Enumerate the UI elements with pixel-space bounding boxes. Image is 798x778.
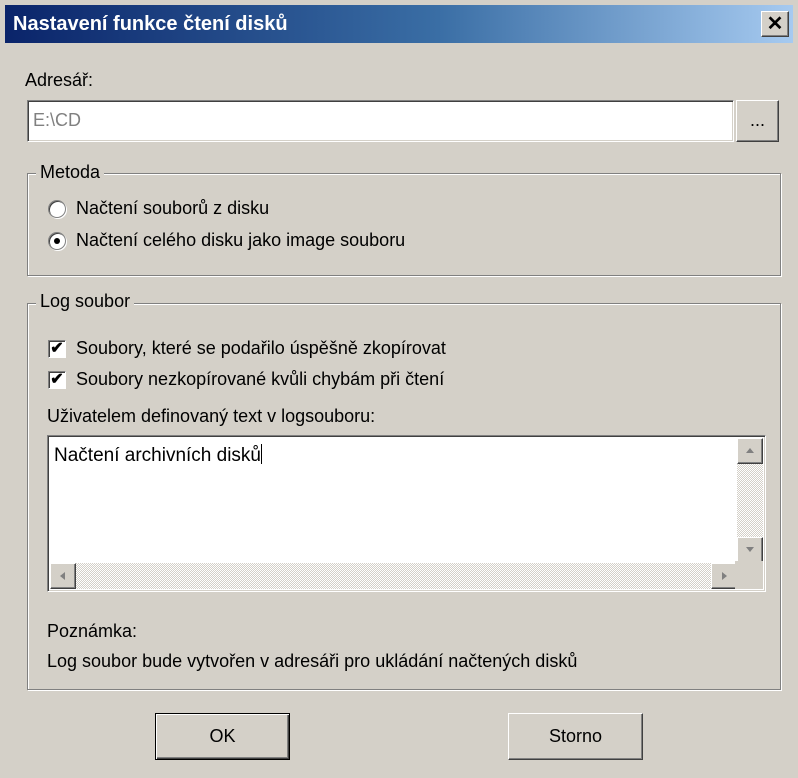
arrow-up-icon bbox=[746, 448, 754, 453]
title-bar: Nastavení funkce čtení disků ✕ bbox=[5, 5, 793, 43]
scroll-right-button[interactable] bbox=[711, 563, 737, 589]
checkbox-errors[interactable]: ✔ bbox=[48, 371, 66, 389]
note-text: Log soubor bude vytvořen v adresáři pro … bbox=[47, 651, 578, 671]
custom-text-area[interactable]: Načtení archivních disků bbox=[47, 435, 766, 592]
directory-input[interactable]: E:\CD bbox=[27, 100, 734, 142]
ok-button-label: OK bbox=[209, 726, 236, 746]
radio-image[interactable] bbox=[48, 232, 66, 250]
close-button[interactable]: ✕ bbox=[761, 11, 789, 37]
arrow-left-icon bbox=[60, 572, 65, 580]
radio-files[interactable] bbox=[48, 200, 66, 218]
browse-button[interactable]: ... bbox=[736, 100, 779, 142]
window-title: Nastavení funkce čtení disků bbox=[13, 13, 288, 35]
method-group bbox=[27, 173, 781, 276]
log-option-errors-label: Soubory nezkopírované kvůli chybám při č… bbox=[76, 369, 445, 389]
method-option-image-label: Načtení celého disku jako image souboru bbox=[76, 230, 406, 250]
ok-button[interactable]: OK bbox=[155, 713, 290, 760]
directory-label: Adresář: bbox=[25, 70, 94, 90]
scroll-left-button[interactable] bbox=[50, 563, 76, 589]
dialog-window: Nastavení funkce čtení disků ✕ Adresář: … bbox=[0, 0, 798, 778]
scroll-down-button[interactable] bbox=[737, 537, 763, 563]
browse-button-label: ... bbox=[749, 110, 765, 130]
log-option-copied-label: Soubory, které se podařilo úspěšně zkopí… bbox=[76, 338, 446, 358]
text-caret bbox=[261, 444, 262, 464]
checkbox-copied[interactable]: ✔ bbox=[48, 340, 66, 358]
directory-value: E:\CD bbox=[33, 110, 82, 130]
arrow-down-icon bbox=[746, 547, 754, 552]
custom-text-value: Načtení archivních disků bbox=[54, 444, 262, 467]
arrow-right-icon bbox=[722, 572, 727, 580]
close-icon: ✕ bbox=[766, 13, 784, 35]
note-label: Poznámka: bbox=[47, 621, 138, 641]
scrollbar-corner bbox=[735, 561, 763, 589]
scroll-up-button[interactable] bbox=[737, 438, 763, 464]
vertical-scrollbar[interactable] bbox=[737, 438, 763, 563]
log-legend: Log soubor bbox=[36, 291, 135, 312]
custom-text-content: Načtení archivních disků bbox=[54, 445, 261, 466]
method-option-files-label: Načtení souborů z disku bbox=[76, 198, 270, 218]
method-legend: Metoda bbox=[36, 162, 105, 183]
horizontal-scrollbar[interactable] bbox=[50, 563, 737, 589]
custom-text-label: Uživatelem definovaný text v logsouboru: bbox=[47, 406, 376, 426]
cancel-button[interactable]: Storno bbox=[508, 713, 643, 760]
cancel-button-label: Storno bbox=[548, 726, 603, 746]
